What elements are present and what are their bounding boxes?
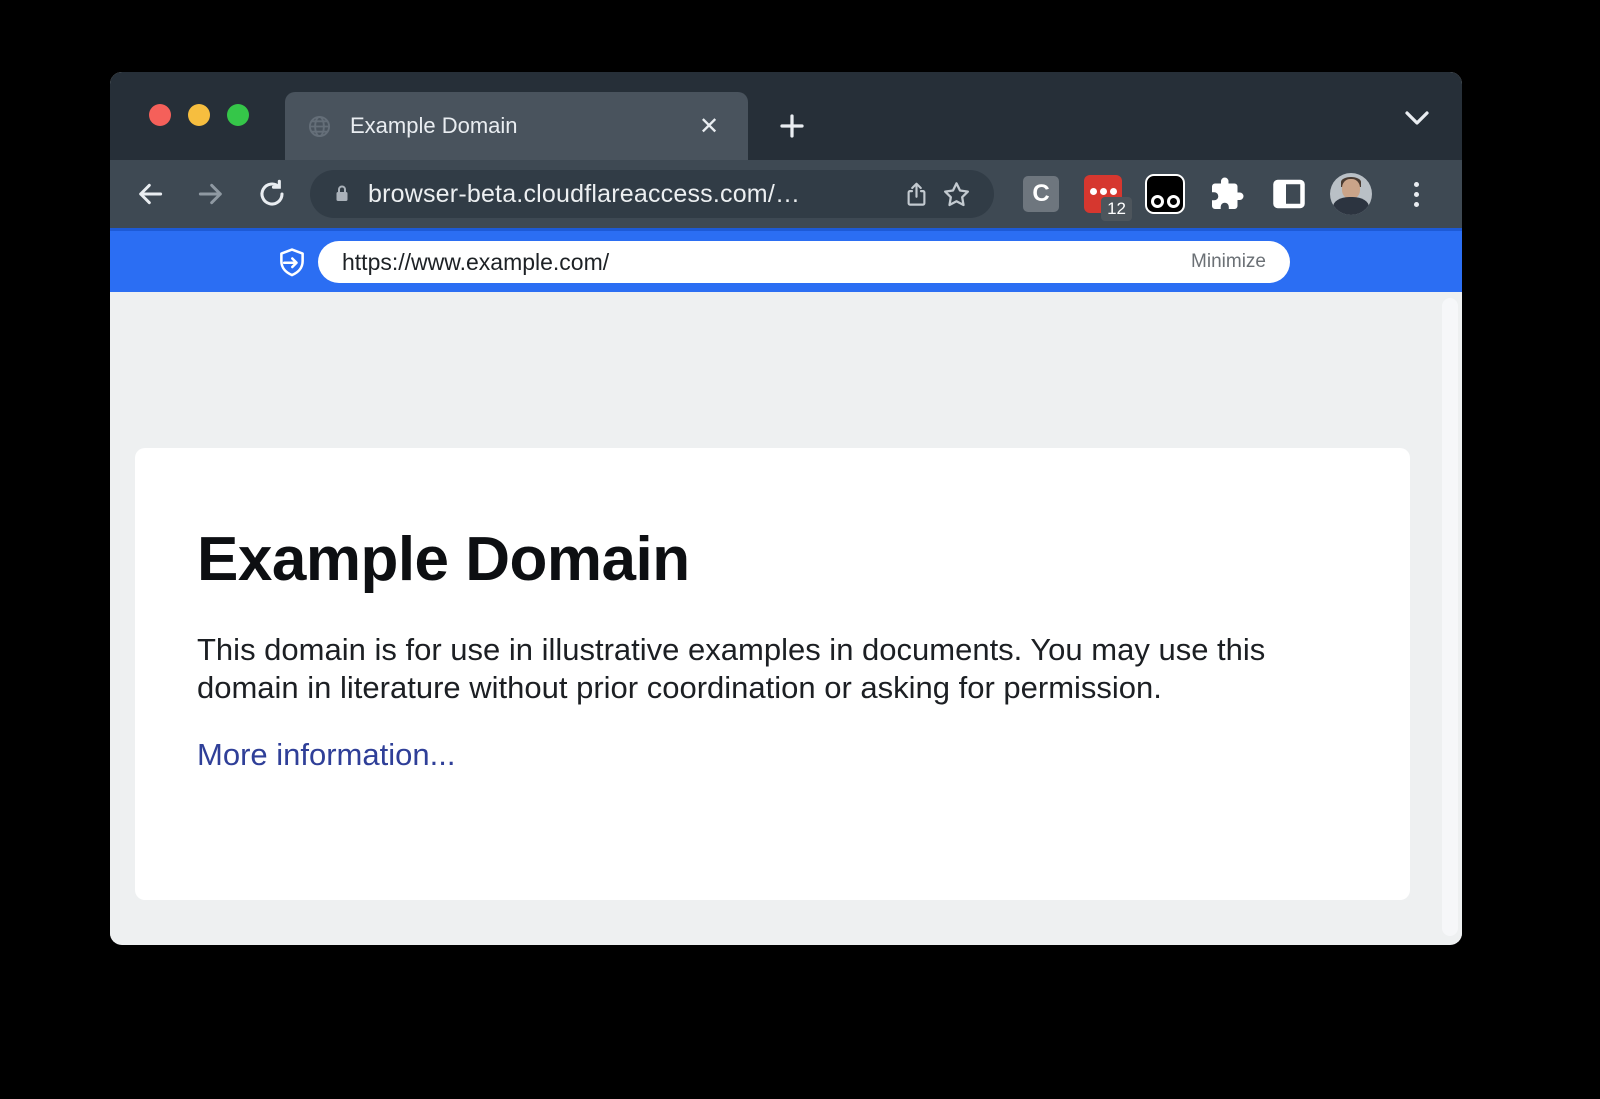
- extension-c-button[interactable]: C: [1020, 173, 1062, 215]
- content-card: Example Domain This domain is for use in…: [135, 448, 1410, 900]
- browser-toolbar: browser-beta.cloudflareaccess.com/… C 12: [110, 160, 1462, 228]
- close-window-button[interactable]: [149, 104, 171, 126]
- forward-button[interactable]: [187, 170, 235, 218]
- globe-favicon-icon: [307, 114, 332, 139]
- tab-title: Example Domain: [350, 113, 692, 139]
- star-icon: [942, 180, 971, 209]
- reload-button[interactable]: [248, 170, 296, 218]
- zoom-window-button[interactable]: [227, 104, 249, 126]
- back-button[interactable]: [126, 170, 174, 218]
- browser-menu-button[interactable]: [1414, 182, 1419, 207]
- bookmark-star-button[interactable]: [936, 174, 976, 214]
- extension-dots-button[interactable]: 12: [1082, 173, 1124, 215]
- tab-strip: Example Domain ✕: [110, 72, 1462, 160]
- extension-camera-button[interactable]: [1144, 173, 1186, 215]
- address-bar-url: browser-beta.cloudflareaccess.com/…: [368, 180, 896, 209]
- tab-close-icon[interactable]: ✕: [692, 109, 726, 143]
- minimize-window-button[interactable]: [188, 104, 210, 126]
- share-button[interactable]: [896, 174, 936, 214]
- tab-search-chevron-button[interactable]: [1402, 107, 1432, 129]
- vertical-scrollbar[interactable]: [1442, 298, 1458, 936]
- isolation-shield: [275, 245, 309, 281]
- forward-arrow-icon: [195, 178, 227, 210]
- share-icon: [903, 180, 930, 209]
- window-controls: [149, 104, 249, 126]
- extensions-menu-button[interactable]: [1206, 173, 1248, 215]
- plus-icon: [777, 111, 807, 141]
- page-viewport: Example Domain This domain is for use in…: [110, 292, 1462, 942]
- extension-badge-count: 12: [1101, 197, 1132, 221]
- side-panel-button[interactable]: [1268, 173, 1310, 215]
- kebab-menu-icon: [1414, 182, 1419, 187]
- new-tab-button[interactable]: [770, 104, 814, 148]
- lock-icon: [330, 181, 354, 207]
- chevron-down-icon: [1402, 107, 1432, 129]
- extension-two-circles-icon: [1145, 174, 1185, 214]
- extension-c-icon: C: [1023, 176, 1059, 212]
- isolation-url-input[interactable]: https://www.example.com/ Minimize: [318, 241, 1290, 283]
- user-avatar: [1330, 173, 1372, 215]
- address-bar[interactable]: browser-beta.cloudflareaccess.com/…: [310, 170, 994, 218]
- back-arrow-icon: [134, 178, 166, 210]
- more-information-link[interactable]: More information...: [197, 737, 455, 773]
- isolation-bar: https://www.example.com/ Minimize: [110, 228, 1462, 292]
- shield-arrow-icon: [275, 245, 309, 281]
- extensions-area: C 12: [1020, 173, 1419, 215]
- page-heading: Example Domain: [197, 524, 1410, 595]
- tab-example-domain[interactable]: Example Domain ✕: [285, 92, 748, 160]
- browser-window: Example Domain ✕ browse: [110, 72, 1462, 945]
- isolation-url-value: https://www.example.com/: [342, 249, 1191, 276]
- page-paragraph: This domain is for use in illustrative e…: [197, 631, 1357, 707]
- puzzle-piece-icon: [1209, 176, 1245, 212]
- profile-button[interactable]: [1330, 173, 1372, 215]
- side-panel-icon: [1271, 176, 1307, 212]
- minimize-bar-button[interactable]: Minimize: [1191, 251, 1266, 273]
- reload-icon: [256, 178, 288, 210]
